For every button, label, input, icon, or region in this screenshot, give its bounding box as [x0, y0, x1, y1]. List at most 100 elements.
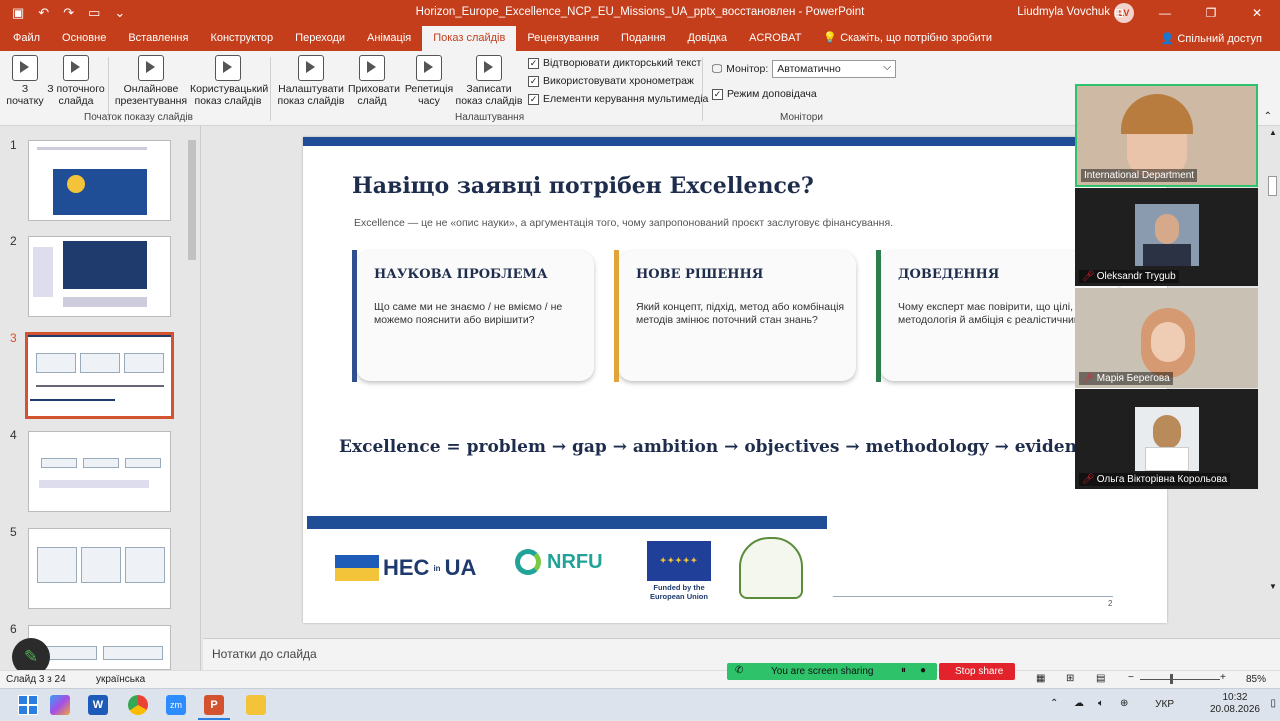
video-tile-oleksandr-trygub[interactable]: 🎤︎ Oleksandr Trygub: [1075, 188, 1258, 286]
thumb-banner: [53, 169, 147, 215]
video-tile-international-department[interactable]: International Department: [1075, 84, 1258, 187]
redo-icon[interactable]: ↷: [63, 5, 74, 21]
thumbnail-number: 3: [10, 331, 17, 345]
minimize-button[interactable]: —: [1142, 0, 1188, 26]
tab-help[interactable]: Довідка: [676, 26, 738, 51]
undo-icon[interactable]: ↶: [38, 5, 49, 21]
slide[interactable]: Навіщо заявці потрібен Excellence? Excel…: [303, 137, 1167, 623]
scroll-up-icon[interactable]: ▲: [1269, 128, 1277, 137]
card-title: ДОВЕДЕННЯ: [898, 267, 1000, 282]
customize-qat-icon[interactable]: ⌄: [114, 5, 125, 21]
mic-muted-icon: 🎤︎: [1082, 271, 1095, 282]
narration-checkbox[interactable]: ✓ Відтворювати дикторський текст: [528, 57, 701, 69]
scroll-down-icon[interactable]: ▼: [1269, 582, 1277, 591]
share-button[interactable]: 👤 Спільний доступ: [1161, 32, 1262, 45]
card-accent-bar: [352, 250, 357, 382]
collapse-ribbon-icon[interactable]: ⌃: [1264, 111, 1272, 122]
globe-icon: [138, 55, 164, 81]
tab-view[interactable]: Подання: [610, 26, 676, 51]
speaker-icon[interactable]: 🔈︎: [1098, 698, 1104, 709]
file-explorer-icon[interactable]: [246, 695, 266, 715]
windows-start-icon[interactable]: [18, 695, 38, 715]
notes-placeholder[interactable]: Нотатки до слайда: [212, 647, 317, 661]
keyboard-language[interactable]: УКР: [1155, 699, 1174, 710]
pause-share-icon[interactable]: ⏸: [901, 665, 906, 676]
tab-acrobat[interactable]: ACROBAT: [738, 26, 812, 51]
monitor-select-row: 🖵 Монітор: Автоматично: [712, 60, 897, 78]
present-online-button[interactable]: Онлайнове презентування: [112, 55, 190, 107]
slide-title[interactable]: Навіщо заявці потрібен Excellence?: [352, 173, 814, 199]
slide-subtitle[interactable]: Excellence — це не «опис науки», а аргум…: [354, 217, 893, 229]
participant-suit: [1143, 244, 1191, 266]
copilot-icon[interactable]: [50, 695, 70, 715]
scrollbar-thumb[interactable]: [1268, 176, 1277, 196]
zoom-level[interactable]: 85%: [1246, 674, 1266, 685]
powerpoint-icon[interactable]: P: [204, 695, 224, 715]
save-icon[interactable]: ▣: [12, 5, 24, 21]
language-status[interactable]: українська: [96, 674, 145, 685]
slide-scrollbar[interactable]: ▲ ▼: [1265, 126, 1280, 636]
zoom-out-icon[interactable]: −: [1128, 672, 1134, 683]
thumb-card: [80, 353, 120, 373]
slide-thumbnail-4[interactable]: [28, 431, 171, 512]
tab-file[interactable]: Файл: [2, 26, 51, 51]
reading-view-icon[interactable]: ▤: [1096, 673, 1105, 684]
tab-animations[interactable]: Анімація: [356, 26, 422, 51]
zoom-app-icon[interactable]: zm: [166, 695, 186, 715]
tab-slideshow[interactable]: Показ слайдів: [422, 26, 517, 51]
windows-logo-pane: [29, 706, 37, 714]
zoom-slider-thumb[interactable]: [1170, 674, 1173, 684]
word-icon[interactable]: W: [88, 695, 108, 715]
tab-design[interactable]: Конструктор: [199, 26, 284, 51]
hide-slide-button[interactable]: Приховати слайд: [348, 55, 400, 107]
record-icon: [476, 55, 502, 81]
record-show-button[interactable]: Записати показ слайдів: [454, 55, 524, 107]
cloud-icon[interactable]: ☁: [1074, 698, 1084, 709]
card-solution[interactable]: НОВЕ РІШЕННЯ Який концепт, підхід, метод…: [614, 250, 856, 382]
chevron-up-icon[interactable]: ⌃: [1050, 698, 1058, 709]
card-problem[interactable]: НАУКОВА ПРОБЛЕМА Що саме ми не знаємо / …: [352, 250, 594, 382]
normal-view-icon[interactable]: ▦: [1036, 673, 1045, 684]
video-tile-mariia-berehova[interactable]: 🎤︎ Марія Берегова: [1075, 288, 1258, 388]
media-controls-checkbox[interactable]: ✓ Елементи керування мультимедіа: [528, 93, 708, 105]
tab-insert[interactable]: Вставлення: [117, 26, 199, 51]
tab-review[interactable]: Рецензування: [516, 26, 610, 51]
thumb-card: [81, 547, 121, 583]
timings-checkbox[interactable]: ✓ Використовувати хронометраж: [528, 75, 694, 87]
custom-show-button[interactable]: Користувацький показ слайдів: [190, 55, 268, 107]
setup-show-button[interactable]: Налаштувати показ слайдів: [274, 55, 348, 107]
scrollbar-thumb[interactable]: [188, 140, 196, 260]
slide-thumbnail-6[interactable]: [28, 625, 171, 670]
slide-sorter-icon[interactable]: ⊞: [1066, 673, 1074, 684]
start-show-icon[interactable]: ▭: [88, 5, 100, 21]
slide-thumbnail-2[interactable]: [28, 236, 171, 317]
network-icon[interactable]: ⊕: [1120, 698, 1128, 709]
zoom-slider[interactable]: [1140, 674, 1220, 684]
monitor-dropdown[interactable]: Автоматично: [772, 60, 897, 78]
rehearse-timings-button[interactable]: Репетиція часу: [404, 55, 454, 107]
presenter-view-checkbox[interactable]: ✓ Режим доповідача: [712, 88, 817, 100]
maximize-button[interactable]: ❐: [1188, 0, 1234, 26]
tab-transitions[interactable]: Переходи: [284, 26, 356, 51]
from-beginning-button[interactable]: З початку: [6, 55, 44, 107]
video-tile-olha-korolova[interactable]: 🎤︎ Ольга Вікторівна Корольова: [1075, 389, 1258, 489]
stop-share-button[interactable]: Stop share: [939, 663, 1015, 680]
slide-thumbnail-3[interactable]: [25, 332, 174, 419]
from-current-button[interactable]: З поточного слайда: [46, 55, 106, 107]
slide-thumbnail-5[interactable]: [28, 528, 171, 609]
notifications-icon[interactable]: ▯: [1270, 698, 1276, 709]
group-label-start: Початок показу слайдів: [84, 112, 193, 123]
card-title: НАУКОВА ПРОБЛЕМА: [374, 267, 548, 282]
close-button[interactable]: ✕: [1234, 0, 1280, 26]
clock-time: 10:32: [1222, 692, 1248, 703]
chrome-icon[interactable]: [128, 695, 148, 715]
thumbnails-scrollbar[interactable]: [187, 126, 197, 670]
zoom-in-icon[interactable]: +: [1220, 672, 1226, 683]
tell-me-search[interactable]: 💡 Скажіть, що потрібно зробити: [812, 26, 1003, 51]
thumb-emblem: [67, 175, 85, 193]
slide-thumbnail-1[interactable]: [28, 140, 171, 221]
excellence-formula[interactable]: Excellence = problem → gap → ambition → …: [339, 437, 1098, 457]
system-clock[interactable]: 10:32 20.08.2026: [1210, 692, 1260, 716]
ribbon-display-icon[interactable]: ⊟: [1096, 0, 1142, 26]
tab-home[interactable]: Основне: [51, 26, 117, 51]
